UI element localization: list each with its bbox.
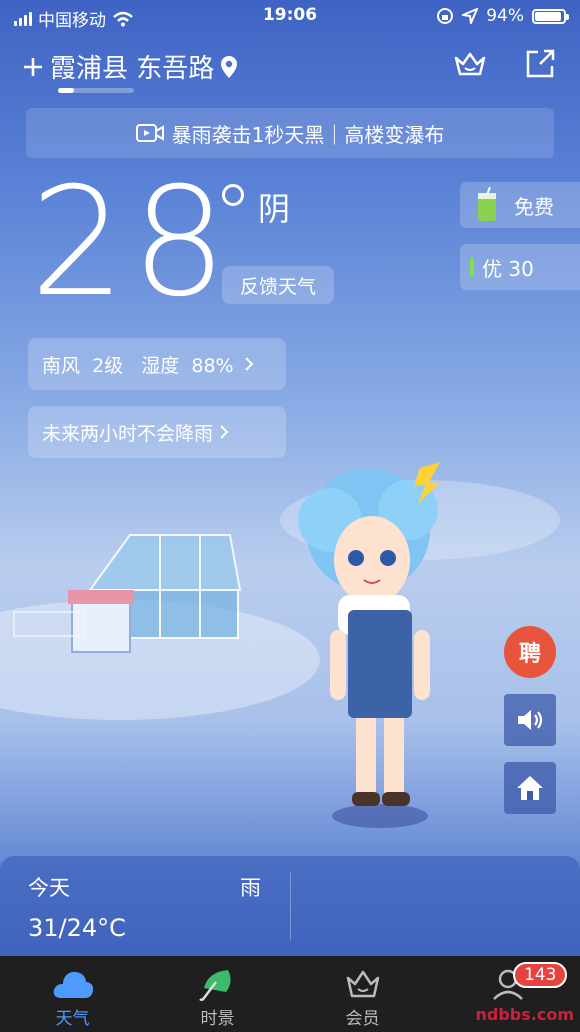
wind-humidity-row[interactable]: 南风 2级 湿度 88% [28,338,286,390]
battery-percent: 94% [486,6,524,26]
status-right: 94% [436,6,569,26]
speaker-icon [518,710,543,730]
chevron-right-icon [220,425,229,439]
recruit-button[interactable]: 聘 [504,626,556,678]
site-watermark: ndbbs.com [475,1005,575,1024]
forecast-day: 今天 [28,876,70,900]
location-header[interactable]: 霞浦县 东吾路 [22,48,238,85]
free-promo-chip[interactable]: 免费 [460,182,580,228]
rain-forecast-text: 未来两小时不会降雨 [42,422,214,445]
wind-humidity-text: 南风 2级 湿度 88% [42,354,234,377]
share-icon[interactable] [522,46,558,82]
mascot-character [298,462,440,828]
tab-weather[interactable]: 天气 [0,956,145,1032]
location-pin-icon [221,55,238,78]
aqi-chip[interactable]: 优 30 [460,244,580,290]
news-banner[interactable]: 暴雨袭击1秒天黑｜高楼变瀑布 [26,108,554,158]
aqi-label: 优 30 [482,256,534,281]
battery-icon [532,8,569,24]
crown-icon[interactable] [452,46,488,82]
location-name: 霞浦县 东吾路 [50,54,215,84]
free-label: 免费 [514,194,554,219]
cloud-icon [53,971,93,998]
banner-text: 暴雨袭击1秒天黑｜高楼变瀑布 [171,122,445,147]
status-bar: 中国移动 19:06 94% [0,0,580,32]
forecast-condition: 雨 [240,876,261,900]
video-icon [135,124,164,142]
background-scene [0,462,560,828]
tab-label: 时景 [200,1009,235,1029]
forecast-range: 31/24°C [28,914,126,942]
crown-icon [346,970,379,998]
degree-symbol [222,184,244,206]
feedback-button[interactable]: 反馈天气 [222,266,334,304]
speaker-button[interactable] [504,694,556,746]
tab-scenes[interactable]: 时景 [145,956,290,1032]
umbrella-icon [198,970,231,1002]
rotation-lock-icon [437,8,454,24]
aqi-indicator [470,257,474,277]
drink-icon [478,187,496,221]
rain-forecast-row[interactable]: 未来两小时不会降雨 [28,406,286,458]
tab-membership[interactable]: 会员 [290,956,435,1032]
temperature: 28 [30,156,233,330]
chevron-right-icon [244,357,254,371]
home-button[interactable] [504,762,556,814]
add-icon[interactable] [22,56,44,78]
location-arrow-icon [462,8,479,24]
condition-text: 阴 [258,190,291,228]
weather-screen: 中国移动 19:06 94% 霞浦县 东吾路 暴雨袭击1秒天黑｜高楼变瀑布 28… [0,0,580,1032]
tab-label: 天气 [55,1009,90,1029]
card-divider [290,872,291,940]
notification-badge: 143 [513,962,568,988]
city-pager [58,88,134,93]
home-icon [517,776,543,800]
tab-label: 会员 [345,1009,380,1029]
